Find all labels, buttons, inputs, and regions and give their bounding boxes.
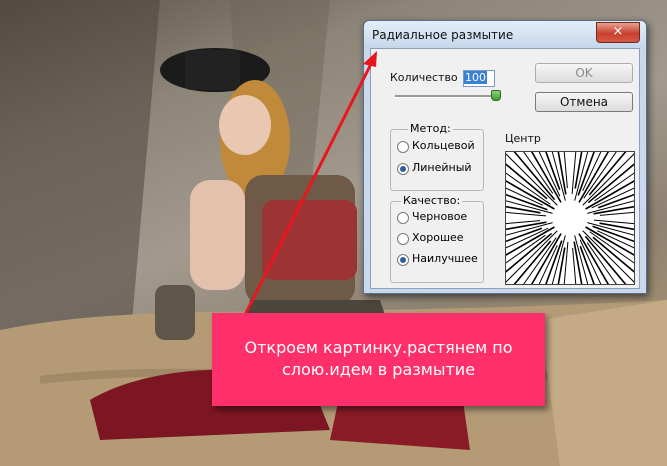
banner-text: Откроем картинку.растянем по слою.идем в… (244, 338, 513, 379)
tutorial-banner: Откроем картинку.растянем по слою.идем в… (212, 313, 545, 406)
